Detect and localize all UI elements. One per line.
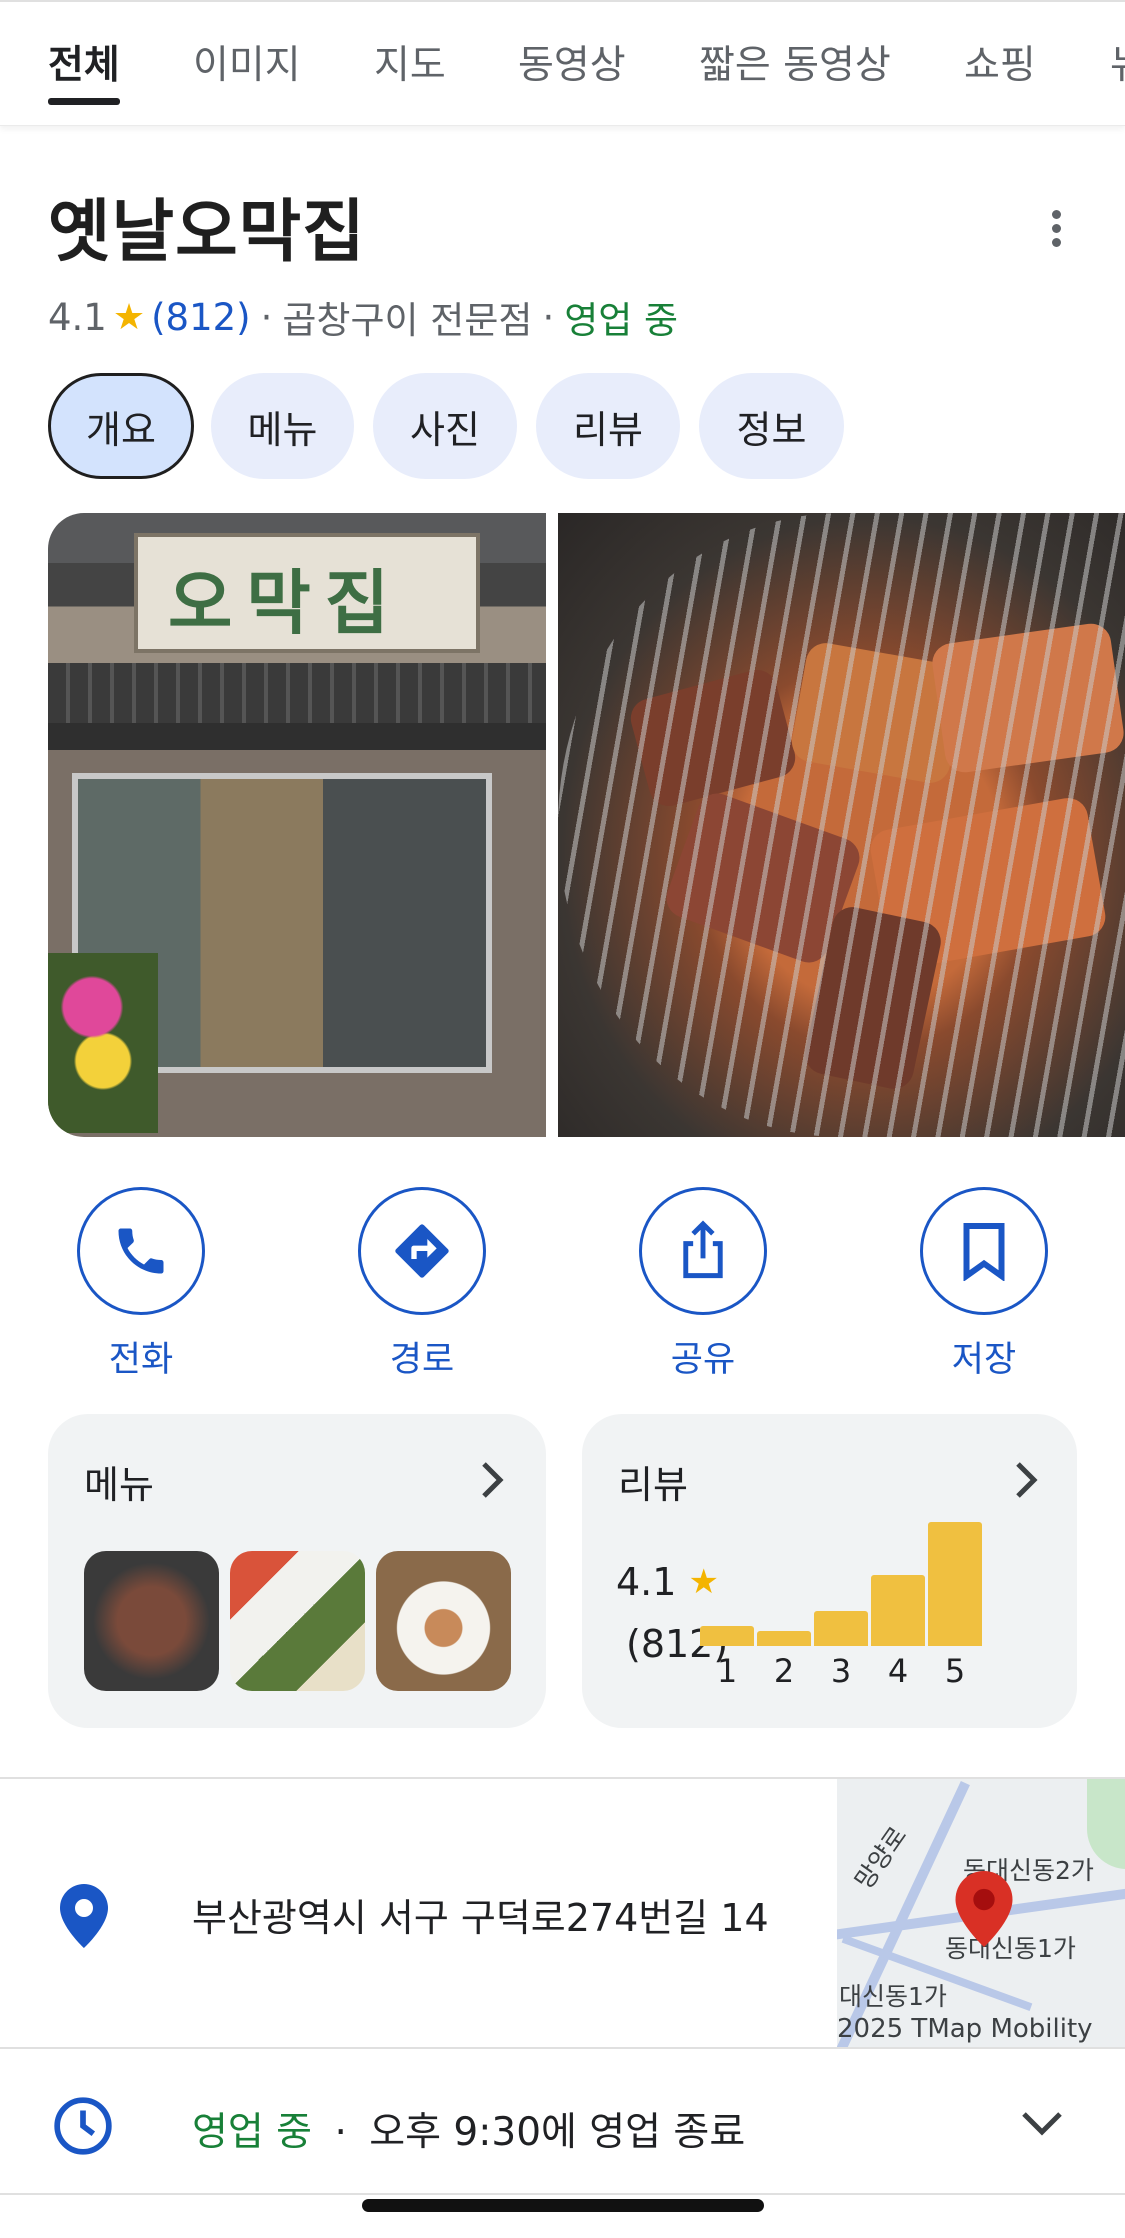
chip-menu[interactable]: 메뉴 bbox=[211, 373, 354, 479]
location-pin-icon bbox=[60, 1884, 108, 1948]
map-label: 망양로 bbox=[849, 1821, 913, 1895]
save-action[interactable]: 저장 bbox=[920, 1187, 1048, 1382]
directions-action[interactable]: 경로 bbox=[358, 1187, 486, 1382]
chip-photos[interactable]: 사진 bbox=[373, 373, 517, 479]
chevron-right-icon bbox=[1016, 1462, 1038, 1498]
store-sign: 오막집 bbox=[134, 533, 480, 653]
phone-icon bbox=[118, 1228, 164, 1274]
hours-row[interactable]: 영업 중 · 오후 9:30에 영업 종료 bbox=[0, 2047, 1125, 2195]
call-label: 전화 bbox=[108, 1340, 174, 1380]
save-button[interactable] bbox=[920, 1187, 1048, 1315]
map-thumbnail[interactable]: 망양로 동대신동2가 동대신동1가 대신동1가 2025 TMap Mobili… bbox=[837, 1779, 1125, 2047]
chevron-right-icon bbox=[482, 1462, 504, 1498]
storefront-photo[interactable]: 오막집 bbox=[48, 513, 546, 1137]
store-sign-text: 오막집 bbox=[168, 562, 404, 644]
chip-info[interactable]: 정보 bbox=[699, 373, 844, 479]
star-icon: ★ bbox=[688, 1562, 719, 1602]
histogram-label-3: 3 bbox=[830, 1652, 852, 1690]
food-photo[interactable] bbox=[558, 513, 1125, 1137]
clock-icon bbox=[54, 2097, 112, 2155]
share-label: 공유 bbox=[670, 1340, 736, 1380]
rating-value: 4.1 bbox=[48, 295, 107, 339]
tab-maps[interactable]: 지도 bbox=[374, 34, 446, 90]
address-row[interactable]: 부산광역시 서구 구덕로274번길 14 망양로 동대신동2가 동대신동1가 대… bbox=[0, 1777, 1125, 2047]
histogram-label-1: 1 bbox=[716, 1652, 738, 1690]
call-action[interactable]: 전화 bbox=[77, 1187, 205, 1382]
save-label: 저장 bbox=[951, 1340, 1017, 1380]
tab-shopping[interactable]: 쇼핑 bbox=[964, 34, 1036, 90]
map-marker-icon bbox=[955, 1871, 1013, 1947]
histogram-bar-3 bbox=[814, 1611, 868, 1646]
directions-button[interactable] bbox=[358, 1187, 486, 1315]
grill-grate bbox=[558, 513, 1125, 1137]
histogram-label-4: 4 bbox=[887, 1652, 909, 1690]
chip-overview[interactable]: 개요 bbox=[48, 373, 194, 479]
share-icon bbox=[683, 1220, 723, 1279]
map-label: 대신동1가 bbox=[839, 1982, 947, 2011]
histogram-bar-4 bbox=[871, 1575, 925, 1646]
place-title: 옛날오막집 bbox=[48, 193, 366, 272]
histogram-label-2: 2 bbox=[773, 1652, 795, 1690]
tab-all[interactable]: 전체 bbox=[48, 34, 120, 90]
search-tab-bar: 전체 이미지 지도 동영상 짧은 동영상 쇼핑 뉴 bbox=[0, 0, 1125, 126]
tab-videos[interactable]: 동영상 bbox=[518, 34, 626, 90]
place-category: 곱창구이 전문점 bbox=[282, 299, 533, 342]
tab-news[interactable]: 뉴 bbox=[1110, 34, 1125, 90]
open-status: 영업 중 bbox=[564, 299, 679, 342]
tab-images[interactable]: 이미지 bbox=[193, 34, 301, 90]
review-card-title: 리뷰 bbox=[618, 1463, 688, 1507]
star-icon: ★ bbox=[112, 296, 146, 338]
chip-reviews[interactable]: 리뷰 bbox=[536, 373, 680, 479]
share-action[interactable]: 공유 bbox=[639, 1187, 767, 1382]
review-rating: 4.1 ★ bbox=[616, 1560, 719, 1604]
directions-label: 경로 bbox=[389, 1340, 455, 1380]
roof-tiles bbox=[48, 663, 546, 723]
histogram-bar-2 bbox=[757, 1631, 811, 1646]
review-count-link[interactable]: (812) bbox=[151, 296, 251, 339]
active-tab-indicator bbox=[48, 98, 120, 105]
tab-short-videos[interactable]: 짧은 동영상 bbox=[699, 34, 891, 90]
menu-photo-plate[interactable] bbox=[376, 1551, 511, 1691]
call-button[interactable] bbox=[77, 1187, 205, 1315]
separator: · bbox=[260, 295, 273, 339]
chevron-down-icon[interactable] bbox=[1020, 2109, 1064, 2139]
separator: · bbox=[334, 2110, 347, 2155]
hours-closing: 오후 9:30에 영업 종료 bbox=[369, 2110, 746, 2155]
share-button[interactable] bbox=[639, 1187, 767, 1315]
directions-icon bbox=[395, 1224, 449, 1278]
hours-text: 영업 중 · 오후 9:30에 영업 종료 bbox=[192, 2101, 745, 2157]
menu-photo-side-dishes[interactable] bbox=[230, 1551, 365, 1691]
address-text: 부산광역시 서구 구덕로274번길 14 bbox=[192, 1896, 769, 1940]
place-meta: 4.1 ★ (812) · 곱창구이 전문점 · 영업 중 bbox=[48, 290, 678, 344]
more-options-icon[interactable] bbox=[1036, 206, 1076, 250]
review-card[interactable]: 리뷰 4.1 ★ (812) 12345 bbox=[582, 1414, 1077, 1728]
bookmark-icon bbox=[963, 1223, 1005, 1281]
menu-card-title: 메뉴 bbox=[84, 1463, 154, 1507]
histogram-bar-1 bbox=[700, 1626, 754, 1646]
map-attribution: 2025 TMap Mobility bbox=[837, 2014, 1093, 2044]
review-rating-value: 4.1 bbox=[616, 1560, 677, 1604]
histogram-bar-5 bbox=[928, 1522, 982, 1646]
hours-open-status: 영업 중 bbox=[192, 2110, 313, 2155]
menu-card[interactable]: 메뉴 bbox=[48, 1414, 546, 1728]
home-indicator bbox=[362, 2199, 764, 2212]
flower-pots bbox=[48, 953, 158, 1133]
separator: · bbox=[542, 295, 555, 339]
menu-photo-grill[interactable] bbox=[84, 1551, 219, 1691]
histogram-label-5: 5 bbox=[944, 1652, 966, 1690]
